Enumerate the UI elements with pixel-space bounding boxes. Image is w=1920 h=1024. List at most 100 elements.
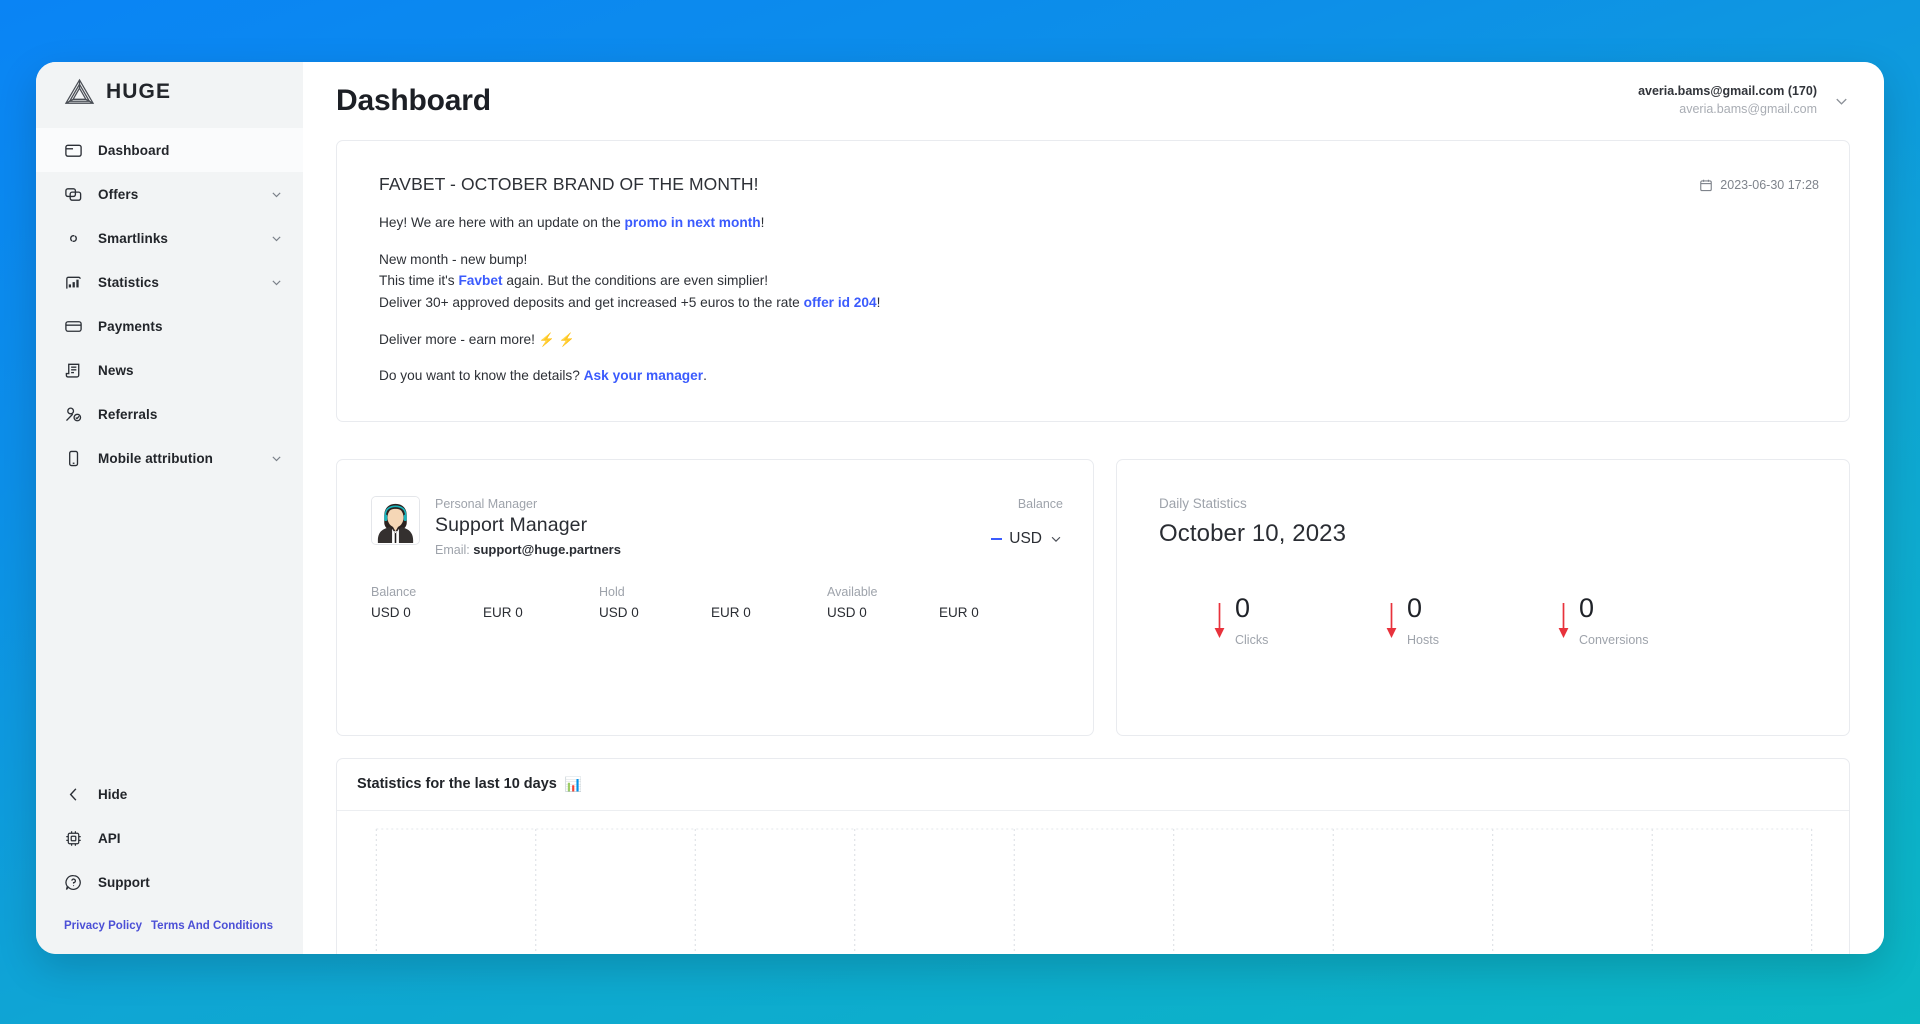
metric-hosts: 0 Hosts xyxy=(1385,595,1557,647)
statistics-chart-card: Statistics for the last 10 days 📊 xyxy=(336,758,1850,954)
sidebar-item-referrals[interactable]: Referrals xyxy=(36,392,303,436)
announcement-line-deposits: Deliver 30+ approved deposits and get in… xyxy=(379,292,1429,314)
credit-card-icon xyxy=(64,317,83,336)
announcement-line-earn-more: Deliver more - earn more! ⚡ ⚡ xyxy=(379,329,1429,351)
sidebar: HUGE Dashboard Off xyxy=(36,62,303,954)
details-line-suffix: . xyxy=(703,368,707,383)
sidebar-item-dashboard[interactable]: Dashboard xyxy=(36,128,303,172)
details-line-prefix: Do you want to know the details? xyxy=(379,368,584,383)
penrose-triangle-icon xyxy=(64,78,95,106)
account-menu[interactable]: averia.bams@gmail.com (170) averia.bams@… xyxy=(1638,83,1850,119)
daily-statistics-label: Daily Statistics xyxy=(1159,496,1815,511)
sidebar-footer-label: API xyxy=(98,831,121,846)
balance-value-usd: USD 0 xyxy=(371,605,481,620)
app-window: HUGE Dashboard Off xyxy=(36,62,1884,954)
sidebar-hide-button[interactable]: Hide xyxy=(36,772,303,816)
balance-grid: Balance USD 0 EUR 0 Hold USD 0 EUR 0 xyxy=(371,585,1063,620)
deposits-line-suffix: ! xyxy=(877,295,881,310)
manager-name: Support Manager xyxy=(435,514,621,537)
sidebar-item-label: News xyxy=(98,363,134,378)
sidebar-item-statistics[interactable]: Statistics xyxy=(36,260,303,304)
woman-support-avatar-icon xyxy=(372,496,419,544)
account-email-secondary: averia.bams@gmail.com xyxy=(1638,101,1817,119)
chevron-left-icon xyxy=(64,785,83,804)
sidebar-item-news[interactable]: News xyxy=(36,348,303,392)
arrow-down-icon xyxy=(1213,595,1226,640)
favbet-line-suffix: again. But the conditions are even simpl… xyxy=(503,273,769,288)
announcement-intro-text: Hey! We are here with an update on the xyxy=(379,215,625,230)
ask-your-manager-link[interactable]: Ask your manager xyxy=(584,368,703,383)
chevron-down-icon[interactable] xyxy=(270,188,283,201)
metric-label: Clicks xyxy=(1235,633,1268,647)
bar-chart-emoji-icon: 📊 xyxy=(565,777,582,791)
metrics-row: 0 Clicks xyxy=(1159,595,1815,647)
balance-value-eur: EUR 0 xyxy=(709,605,819,620)
sidebar-item-mobile-attribution[interactable]: Mobile attribution xyxy=(36,436,303,480)
sidebar-item-label: Referrals xyxy=(98,407,157,422)
avatar xyxy=(371,496,420,545)
account-email-primary: averia.bams@gmail.com (170) xyxy=(1638,83,1817,101)
chart-plot[interactable] xyxy=(337,811,1849,954)
chart-svg xyxy=(337,811,1849,954)
sidebar-item-support[interactable]: Support xyxy=(36,860,303,904)
terms-and-conditions-link[interactable]: Terms And Conditions xyxy=(151,920,273,932)
dash-icon xyxy=(991,538,1002,541)
sidebar-item-label: Statistics xyxy=(98,275,159,290)
chevron-down-icon[interactable] xyxy=(270,452,283,465)
announcement-intro-suffix: ! xyxy=(761,215,765,230)
earn-more-text: Deliver more - earn more! xyxy=(379,332,535,347)
arrow-down-icon xyxy=(1385,595,1398,640)
top-bar: Dashboard averia.bams@gmail.com (170) av… xyxy=(303,62,1884,140)
announcement-line-details: Do you want to know the details? Ask you… xyxy=(379,365,1429,387)
balance-value-eur: EUR 0 xyxy=(481,605,591,620)
currency-select[interactable]: USD xyxy=(991,530,1063,548)
balance-value-usd: USD 0 xyxy=(827,605,937,620)
middle-row: Personal Manager Support Manager Email: … xyxy=(336,459,1850,736)
offer-id-204-link[interactable]: offer id 204 xyxy=(804,295,877,310)
chevron-down-icon[interactable] xyxy=(1833,93,1850,110)
sidebar-item-api[interactable]: API xyxy=(36,816,303,860)
metric-clicks: 0 Clicks xyxy=(1213,595,1385,647)
sidebar-item-smartlinks[interactable]: Smartlinks xyxy=(36,216,303,260)
daily-statistics-date: October 10, 2023 xyxy=(1159,520,1815,548)
balance-group-label: Hold xyxy=(599,585,827,599)
chevron-down-icon[interactable] xyxy=(270,276,283,289)
balance-group-label: Balance xyxy=(371,585,599,599)
sidebar-item-offers[interactable]: Offers xyxy=(36,172,303,216)
promo-next-month-link[interactable]: promo in next month xyxy=(625,215,761,230)
lightning-bolt-icon: ⚡ ⚡ xyxy=(539,332,575,347)
favbet-link[interactable]: Favbet xyxy=(458,273,502,288)
manager-email-row: Email: support@huge.partners xyxy=(435,542,621,557)
manager-role-label: Personal Manager xyxy=(435,497,621,511)
announcement-line-new-bump: New month - new bump! xyxy=(379,249,1429,271)
sidebar-footer-nav: Hide API xyxy=(36,772,303,914)
sidebar-item-payments[interactable]: Payments xyxy=(36,304,303,348)
brand-logo[interactable]: HUGE xyxy=(36,62,303,122)
arrow-down-icon xyxy=(1557,595,1570,640)
content-area: FAVBET - OCTOBER BRAND OF THE MONTH! Hey… xyxy=(303,140,1884,954)
privacy-policy-link[interactable]: Privacy Policy xyxy=(64,920,142,932)
question-bubble-icon xyxy=(64,873,83,892)
balance-selector-wrap: Balance USD xyxy=(991,496,1063,548)
sidebar-item-label: Dashboard xyxy=(98,143,169,158)
announcement-line-favbet: This time it's Favbet again. But the con… xyxy=(379,270,1429,292)
chip-icon xyxy=(64,829,83,848)
announcement-timestamp: 2023-06-30 17:28 xyxy=(1699,174,1819,192)
manager-info: Personal Manager Support Manager Email: … xyxy=(435,496,621,557)
metric-value: 0 xyxy=(1579,593,1594,623)
balance-group-label: Available xyxy=(827,585,1055,599)
chart-title: Statistics for the last 10 days xyxy=(357,776,557,792)
metric-label: Hosts xyxy=(1407,633,1439,647)
calendar-icon xyxy=(1699,178,1713,192)
metric-label: Conversions xyxy=(1579,633,1648,647)
chevron-down-icon[interactable] xyxy=(270,232,283,245)
sidebar-footer-label: Hide xyxy=(98,787,127,802)
balance-group-balance: Balance USD 0 EUR 0 xyxy=(371,585,599,620)
chevron-down-icon[interactable] xyxy=(1049,532,1063,546)
account-text: averia.bams@gmail.com (170) averia.bams@… xyxy=(1638,83,1817,119)
sidebar-item-label: Mobile attribution xyxy=(98,451,213,466)
chart-header: Statistics for the last 10 days 📊 xyxy=(337,759,1849,811)
sidebar-item-label: Smartlinks xyxy=(98,231,168,246)
announcement-body: FAVBET - OCTOBER BRAND OF THE MONTH! Hey… xyxy=(379,174,1429,387)
balance-selector-label: Balance xyxy=(991,497,1063,511)
